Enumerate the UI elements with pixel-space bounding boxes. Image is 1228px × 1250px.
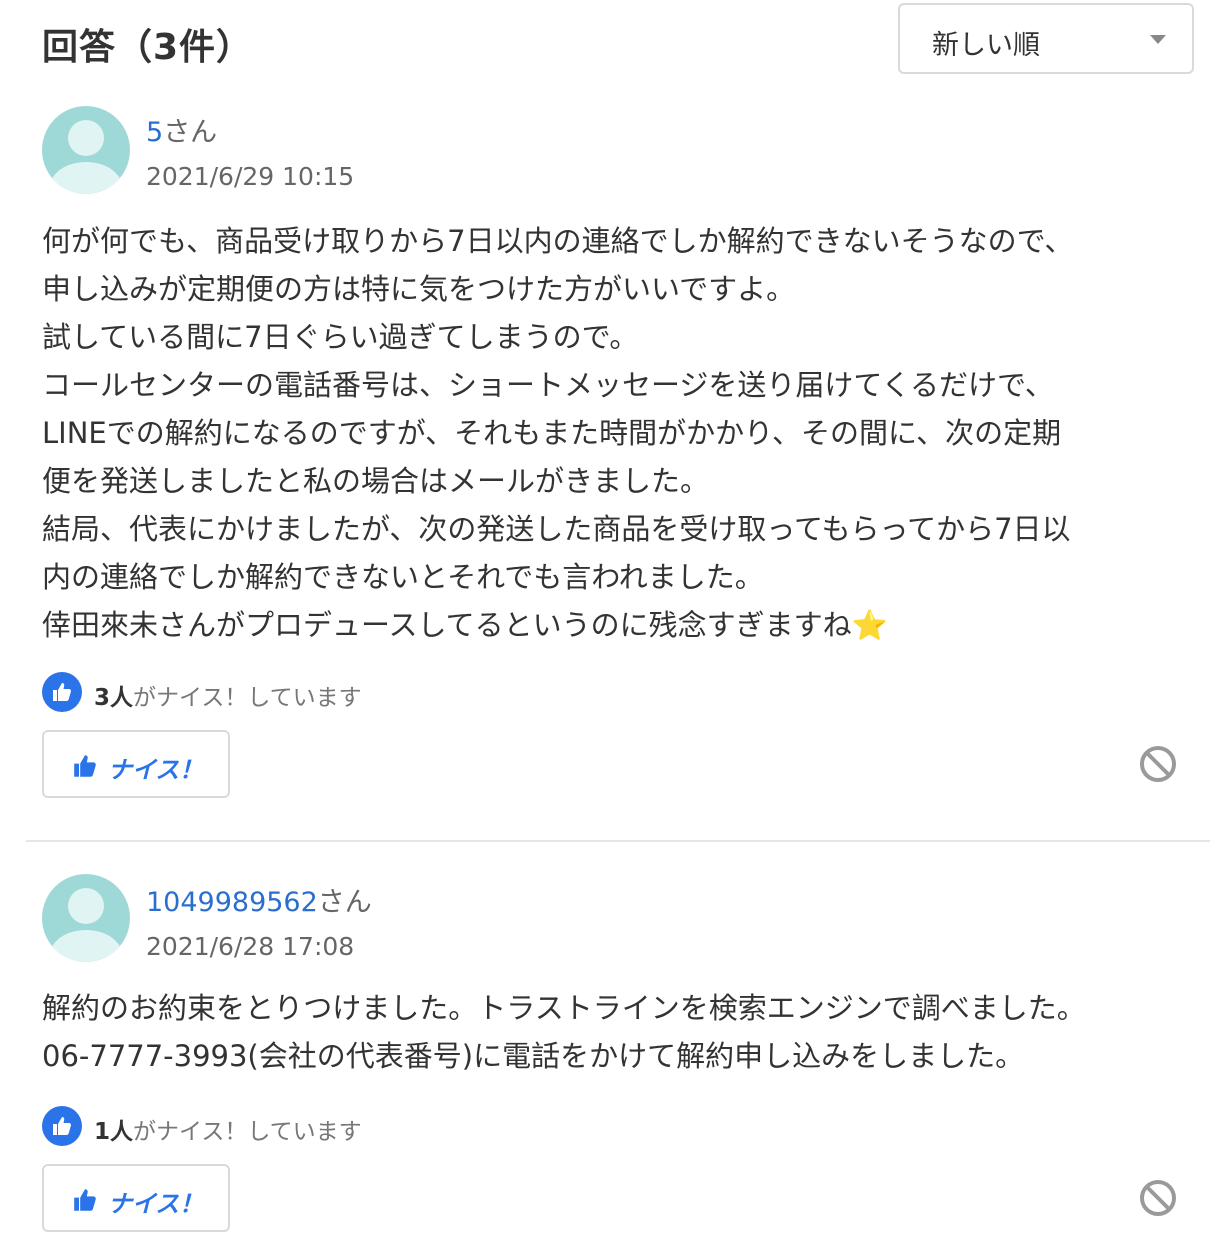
answer-body: 解約のお約束をとりつけました。トラストラインを検索エンジンで調べました。 06-…: [42, 984, 1202, 1080]
thumbs-up-badge-icon: [42, 672, 82, 712]
answer-text: 解約のお約束をとりつけました。トラストラインを検索エンジンで調べました。 06-…: [42, 991, 1086, 1073]
star-emoji: ⭐: [851, 608, 888, 642]
user-suffix: さん: [317, 887, 372, 918]
post-date: 2021/6/28 17:08: [146, 932, 355, 961]
avatar[interactable]: [42, 874, 130, 962]
nice-count-number: 1人: [94, 1119, 134, 1145]
avatar-head: [68, 888, 104, 924]
answer-item: 1049989562さん 2021/6/28 17:08 解約のお約束をとりつけ…: [0, 842, 1228, 1250]
user-line: 5さん: [146, 110, 217, 149]
nice-count-suffix: がナイス！しています: [133, 1119, 362, 1145]
avatar-body: [50, 162, 122, 194]
thumbs-up-icon: [74, 755, 96, 777]
thumbs-up-icon: [74, 1189, 96, 1211]
user-line: 1049989562さん: [146, 880, 372, 919]
post-date: 2021/6/29 10:15: [146, 162, 355, 191]
answer-body: 何が何でも、商品受け取りから7日以内の連絡でしか解約できないそうなので、 申し込…: [42, 217, 1202, 649]
nice-count-number: 3人: [94, 685, 134, 711]
nice-button[interactable]: ナイス！: [42, 730, 230, 798]
nice-button[interactable]: ナイス！: [42, 1164, 230, 1232]
user-name-link[interactable]: 5: [146, 117, 163, 148]
user-suffix: さん: [163, 117, 218, 148]
nice-count-suffix: がナイス！しています: [133, 685, 362, 711]
avatar[interactable]: [42, 106, 130, 194]
thumbs-up-badge-icon: [42, 1106, 82, 1146]
answers-page: 回答（3件） 新しい順 5さん 2021/6/29 10:15 何が何でも、商品…: [0, 0, 1228, 1250]
nice-button-label: ナイス！: [108, 756, 204, 784]
avatar-head: [68, 120, 104, 156]
prohibited-icon[interactable]: [1138, 744, 1178, 784]
user-name-link[interactable]: 1049989562: [146, 887, 318, 918]
nice-button-label: ナイス！: [108, 1190, 204, 1218]
prohibited-icon[interactable]: [1138, 1178, 1178, 1218]
nice-count-text: 1人がナイス！しています: [94, 1112, 362, 1146]
answer-text: 何が何でも、商品受け取りから7日以内の連絡でしか解約できないそうなので、 申し込…: [42, 224, 1074, 642]
nice-count-text: 3人がナイス！しています: [94, 678, 362, 712]
avatar-body: [50, 930, 122, 962]
answer-item: 5さん 2021/6/29 10:15 何が何でも、商品受け取りから7日以内の連…: [0, 0, 1228, 840]
